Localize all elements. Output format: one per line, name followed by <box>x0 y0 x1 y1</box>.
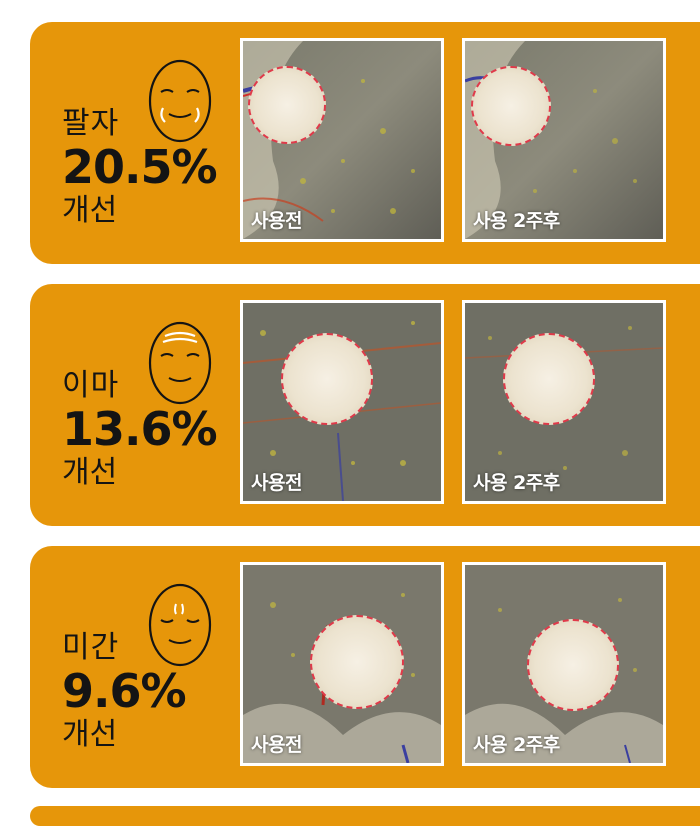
after-photo: 사용 2주후 <box>462 38 666 242</box>
before-caption: 사용전 <box>251 210 302 232</box>
zoom-circle <box>471 66 551 146</box>
zoom-circle <box>503 333 595 425</box>
before-photo: 사용전 <box>240 562 444 766</box>
improvement-label: 개선 <box>62 193 118 228</box>
result-text: 이마 13.6% 개선 <box>62 368 262 492</box>
area-name: 미간 <box>62 630 120 665</box>
result-panel-nasolabial: 팔자 20.5% 개선 사용전 사용 2주후 <box>30 22 700 264</box>
improvement-label: 개선 <box>62 717 118 752</box>
result-text: 팔자 20.5% 개선 <box>62 106 262 230</box>
after-photo: 사용 2주후 <box>462 300 666 504</box>
before-caption: 사용전 <box>251 734 302 756</box>
after-photo: 사용 2주후 <box>462 562 666 766</box>
result-panel-forehead: 이마 13.6% 개선 사용전 사용 2주후 <box>30 284 700 526</box>
before-caption: 사용전 <box>251 472 302 494</box>
area-name: 이마 <box>62 368 120 403</box>
before-photo: 사용전 <box>240 38 444 242</box>
result-text: 미간 9.6% 개선 <box>62 630 262 754</box>
improvement-percent: 20.5% <box>62 140 218 194</box>
area-name: 팔자 <box>62 106 120 141</box>
zoom-circle <box>248 66 326 144</box>
after-caption: 사용 2주후 <box>473 734 560 756</box>
zoom-circle <box>281 333 373 425</box>
improvement-percent: 9.6% <box>62 664 187 718</box>
zoom-circle <box>527 619 619 711</box>
zoom-circle <box>310 615 404 709</box>
after-caption: 사용 2주후 <box>473 210 560 232</box>
after-caption: 사용 2주후 <box>473 472 560 494</box>
result-panel-glabella: 미간 9.6% 개선 사용전 사용 2주후 <box>30 546 700 788</box>
result-panel-next <box>30 806 700 826</box>
before-photo: 사용전 <box>240 300 444 504</box>
improvement-label: 개선 <box>62 455 118 490</box>
improvement-percent: 13.6% <box>62 402 218 456</box>
